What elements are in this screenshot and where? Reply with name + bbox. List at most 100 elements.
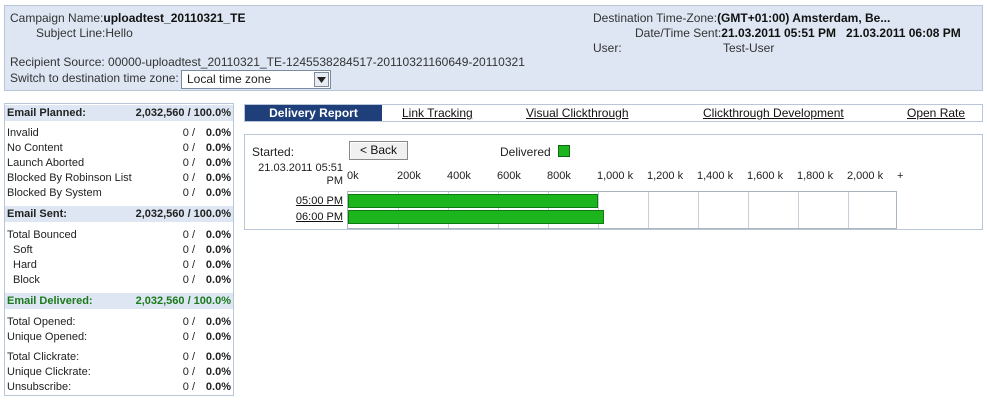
stat-count: 0 / [182, 187, 195, 199]
stat-count: 0 / [182, 381, 195, 393]
stat-row: Invalid 0 / 0.0% [5, 126, 233, 141]
tab-link-tracking[interactable]: Link Tracking [402, 105, 473, 121]
chevron-down-icon[interactable] [314, 72, 329, 87]
stat-percent: 0.0% [205, 381, 231, 393]
legend-delivered-swatch [558, 145, 570, 157]
stat-count: 0 / [182, 142, 195, 154]
recipient-source: Recipient Source: 00000-uploadtest_20110… [10, 55, 525, 69]
grid-line [748, 192, 749, 228]
tab-visual-clickthrough[interactable]: Visual Clickthrough [526, 105, 629, 121]
delivery-report-panel: Started: < Back Delivered 21.03.2011 05:… [244, 134, 983, 230]
stat-percent: 0.0% [205, 366, 231, 378]
stat-count: 0 / [182, 366, 195, 378]
switch-timezone-label: Switch to destination time zone: [10, 71, 179, 85]
stat-row: No Content 0 / 0.0% [5, 141, 233, 156]
stat-row: Unique Clickrate: 0 / 0.0% [5, 365, 233, 380]
stat-label: Hard [13, 259, 37, 271]
user-label: User: [593, 41, 622, 55]
stat-row: Blocked By Robinson List 0 / 0.0% [5, 171, 233, 186]
email-planned-value: 2,032,560 / 100.0% [135, 107, 231, 119]
subject-label: Subject Line: [36, 26, 106, 40]
started-time: 21.03.2011 05:51 PM [258, 162, 343, 187]
email-sent-value: 2,032,560 / 100.0% [135, 208, 231, 220]
stat-label: Soft [13, 244, 33, 256]
stat-row: Total Bounced 0 / 0.0% [5, 228, 233, 243]
campaign-name-line: Campaign Name:uploadtest_20110321_TE [10, 11, 245, 25]
stat-label: Unique Clickrate: [7, 366, 91, 378]
stat-label: Invalid [7, 127, 39, 139]
stat-count: 0 / [182, 127, 195, 139]
stat-percent: 0.0% [205, 331, 231, 343]
stat-label: No Content [7, 142, 63, 154]
x-tick-label: 800k [547, 170, 571, 182]
datetime-sent-start: 21.03.2011 05:51 PM [721, 26, 837, 40]
stat-label: Blocked By Robinson List [7, 172, 132, 184]
stat-count: 0 / [182, 244, 195, 256]
timezone-select-value: Local time zone [187, 72, 272, 86]
delivered-bar [348, 194, 598, 208]
x-tick-label: 0k [347, 170, 359, 182]
subject-value: Hello [105, 26, 133, 40]
report-tabs: Delivery Report Link Tracking Visual Cli… [244, 104, 983, 122]
grid-line [848, 192, 849, 228]
started-label: Started: [252, 145, 295, 159]
stat-row: Soft 0 / 0.0% [5, 243, 233, 258]
stat-count: 0 / [182, 331, 195, 343]
stat-row: Block 0 / 0.0% [5, 273, 233, 288]
stat-label: Launch Aborted [7, 157, 85, 169]
stat-label: Total Bounced [7, 229, 77, 241]
x-tick-label: 200k [397, 170, 421, 182]
datetime-sent-label: Date/Time Sent: [635, 26, 722, 40]
tab-open-rate[interactable]: Open Rate [907, 105, 965, 121]
datetime-sent-line: Date/Time Sent:21.03.2011 05:51 PM 21.03.… [635, 26, 961, 40]
timezone-select[interactable]: Local time zone [181, 70, 331, 89]
stat-percent: 0.0% [205, 274, 231, 286]
delivered-bar [348, 210, 604, 224]
stat-row: Unsubscribe: 0 / 0.0% [5, 380, 233, 395]
stat-label: Unsubscribe: [7, 381, 72, 393]
stat-percent: 0.0% [205, 259, 231, 271]
x-tick-label: 2,000 k [847, 170, 884, 182]
campaign-name: uploadtest_20110321_TE [103, 11, 246, 25]
email-delivered-value: 2,032,560 / 100.0% [135, 295, 231, 307]
email-delivered-label: Email Delivered: [7, 295, 93, 307]
stat-count: 0 / [182, 316, 195, 328]
stat-percent: 0.0% [205, 316, 231, 328]
stat-percent: 0.0% [205, 229, 231, 241]
stat-label: Total Clickrate: [7, 351, 80, 363]
stat-label: Unique Opened: [7, 331, 88, 343]
destination-timezone-value: (GMT+01:00) Amsterdam, Be... [717, 11, 891, 25]
stat-row: Blocked By System 0 / 0.0% [5, 186, 233, 201]
stat-count: 0 / [182, 274, 195, 286]
x-tick-label: 1,000 k [597, 170, 634, 182]
x-tick-label: + [897, 170, 904, 182]
stat-count: 0 / [182, 157, 195, 169]
tab-clickthrough-development[interactable]: Clickthrough Development [703, 105, 844, 121]
email-sent-header: Email Sent: 2,032,560 / 100.0% [5, 206, 233, 222]
stat-percent: 0.0% [205, 244, 231, 256]
legend-label: Delivered [500, 145, 551, 159]
hour-link-06pm[interactable]: 06:00 PM [293, 211, 343, 223]
x-tick-label: 600k [497, 170, 521, 182]
stat-row: Launch Aborted 0 / 0.0% [5, 156, 233, 171]
stat-row: Hard 0 / 0.0% [5, 258, 233, 273]
user-value: Test-User [723, 41, 775, 55]
campaign-name-label: Campaign Name: [10, 11, 104, 25]
x-tick-label: 1,600 k [747, 170, 784, 182]
campaign-header: Campaign Name:uploadtest_20110321_TE Sub… [4, 5, 983, 91]
delivery-chart-grid [347, 191, 897, 229]
stat-percent: 0.0% [205, 157, 231, 169]
x-tick-label: 400k [447, 170, 471, 182]
destination-timezone-label: Destination Time-Zone: [593, 11, 718, 25]
stat-count: 0 / [182, 351, 195, 363]
datetime-sent-end: 21.03.2011 06:08 PM [846, 26, 961, 40]
tab-delivery-report[interactable]: Delivery Report [245, 105, 382, 121]
grid-line [798, 192, 799, 228]
hour-link-05pm[interactable]: 05:00 PM [293, 195, 343, 207]
stat-percent: 0.0% [205, 142, 231, 154]
back-button[interactable]: < Back [349, 141, 408, 160]
stat-percent: 0.0% [205, 127, 231, 139]
stat-percent: 0.0% [205, 351, 231, 363]
stat-label: Total Opened: [7, 316, 76, 328]
subject-line: Subject Line:Hello [36, 26, 133, 40]
